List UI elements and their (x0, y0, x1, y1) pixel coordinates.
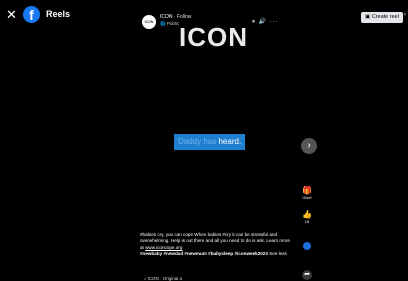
next-reel-button[interactable]: › (301, 138, 317, 154)
overflow-icon[interactable]: ‹ (404, 12, 406, 18)
globe-icon: 🌐 (160, 21, 166, 26)
channel-name[interactable]: ICON · Follow (160, 14, 191, 20)
like-count: 15 (304, 219, 310, 224)
reel-video[interactable]: ICON ICON · Follow 🌐 Public ⏸ 🔊 ··· ICON… (136, 8, 293, 281)
description-hashtags[interactable]: #newbaby #newdad #newmum #babysleep #ico… (140, 251, 268, 256)
give-button[interactable]: 🎁 Give! (300, 186, 314, 200)
share-button[interactable]: ➦ (300, 263, 314, 281)
description-link[interactable]: www.iconcope.org (145, 245, 182, 250)
comment-button[interactable] (300, 237, 314, 255)
like-button[interactable]: 👍 15 (300, 210, 314, 224)
thumbs-up-icon: 👍 (302, 210, 312, 219)
gift-icon: 🎁 (302, 186, 312, 195)
see-less-link[interactable]: See less (269, 251, 287, 256)
give-label: Give! (302, 195, 312, 200)
share-icon: ➦ (302, 270, 312, 280)
close-icon[interactable]: ✕ (6, 8, 17, 21)
video-logo: ICON (179, 22, 248, 52)
follow-button[interactable]: Follow (177, 14, 191, 20)
camera-icon: ▣ (365, 14, 371, 20)
caption-bright-text: heard. (218, 137, 242, 146)
playback-controls[interactable]: ⏸ 🔊 ··· (252, 18, 279, 26)
page-title: Reels (46, 9, 71, 19)
facebook-logo-icon[interactable]: f (23, 6, 40, 23)
video-caption: Daddy has heard. (174, 134, 246, 150)
reel-description: #babies cry, you can cope When babies #c… (140, 232, 290, 258)
avatar[interactable]: ICON (142, 15, 156, 29)
comment-icon (303, 242, 311, 250)
create-reel-button[interactable]: ▣ Create reel (361, 12, 403, 23)
channel-name-text[interactable]: ICON (160, 14, 173, 20)
caption-dim-text: Daddy has (178, 137, 217, 146)
audience-label: 🌐 Public (160, 21, 180, 26)
